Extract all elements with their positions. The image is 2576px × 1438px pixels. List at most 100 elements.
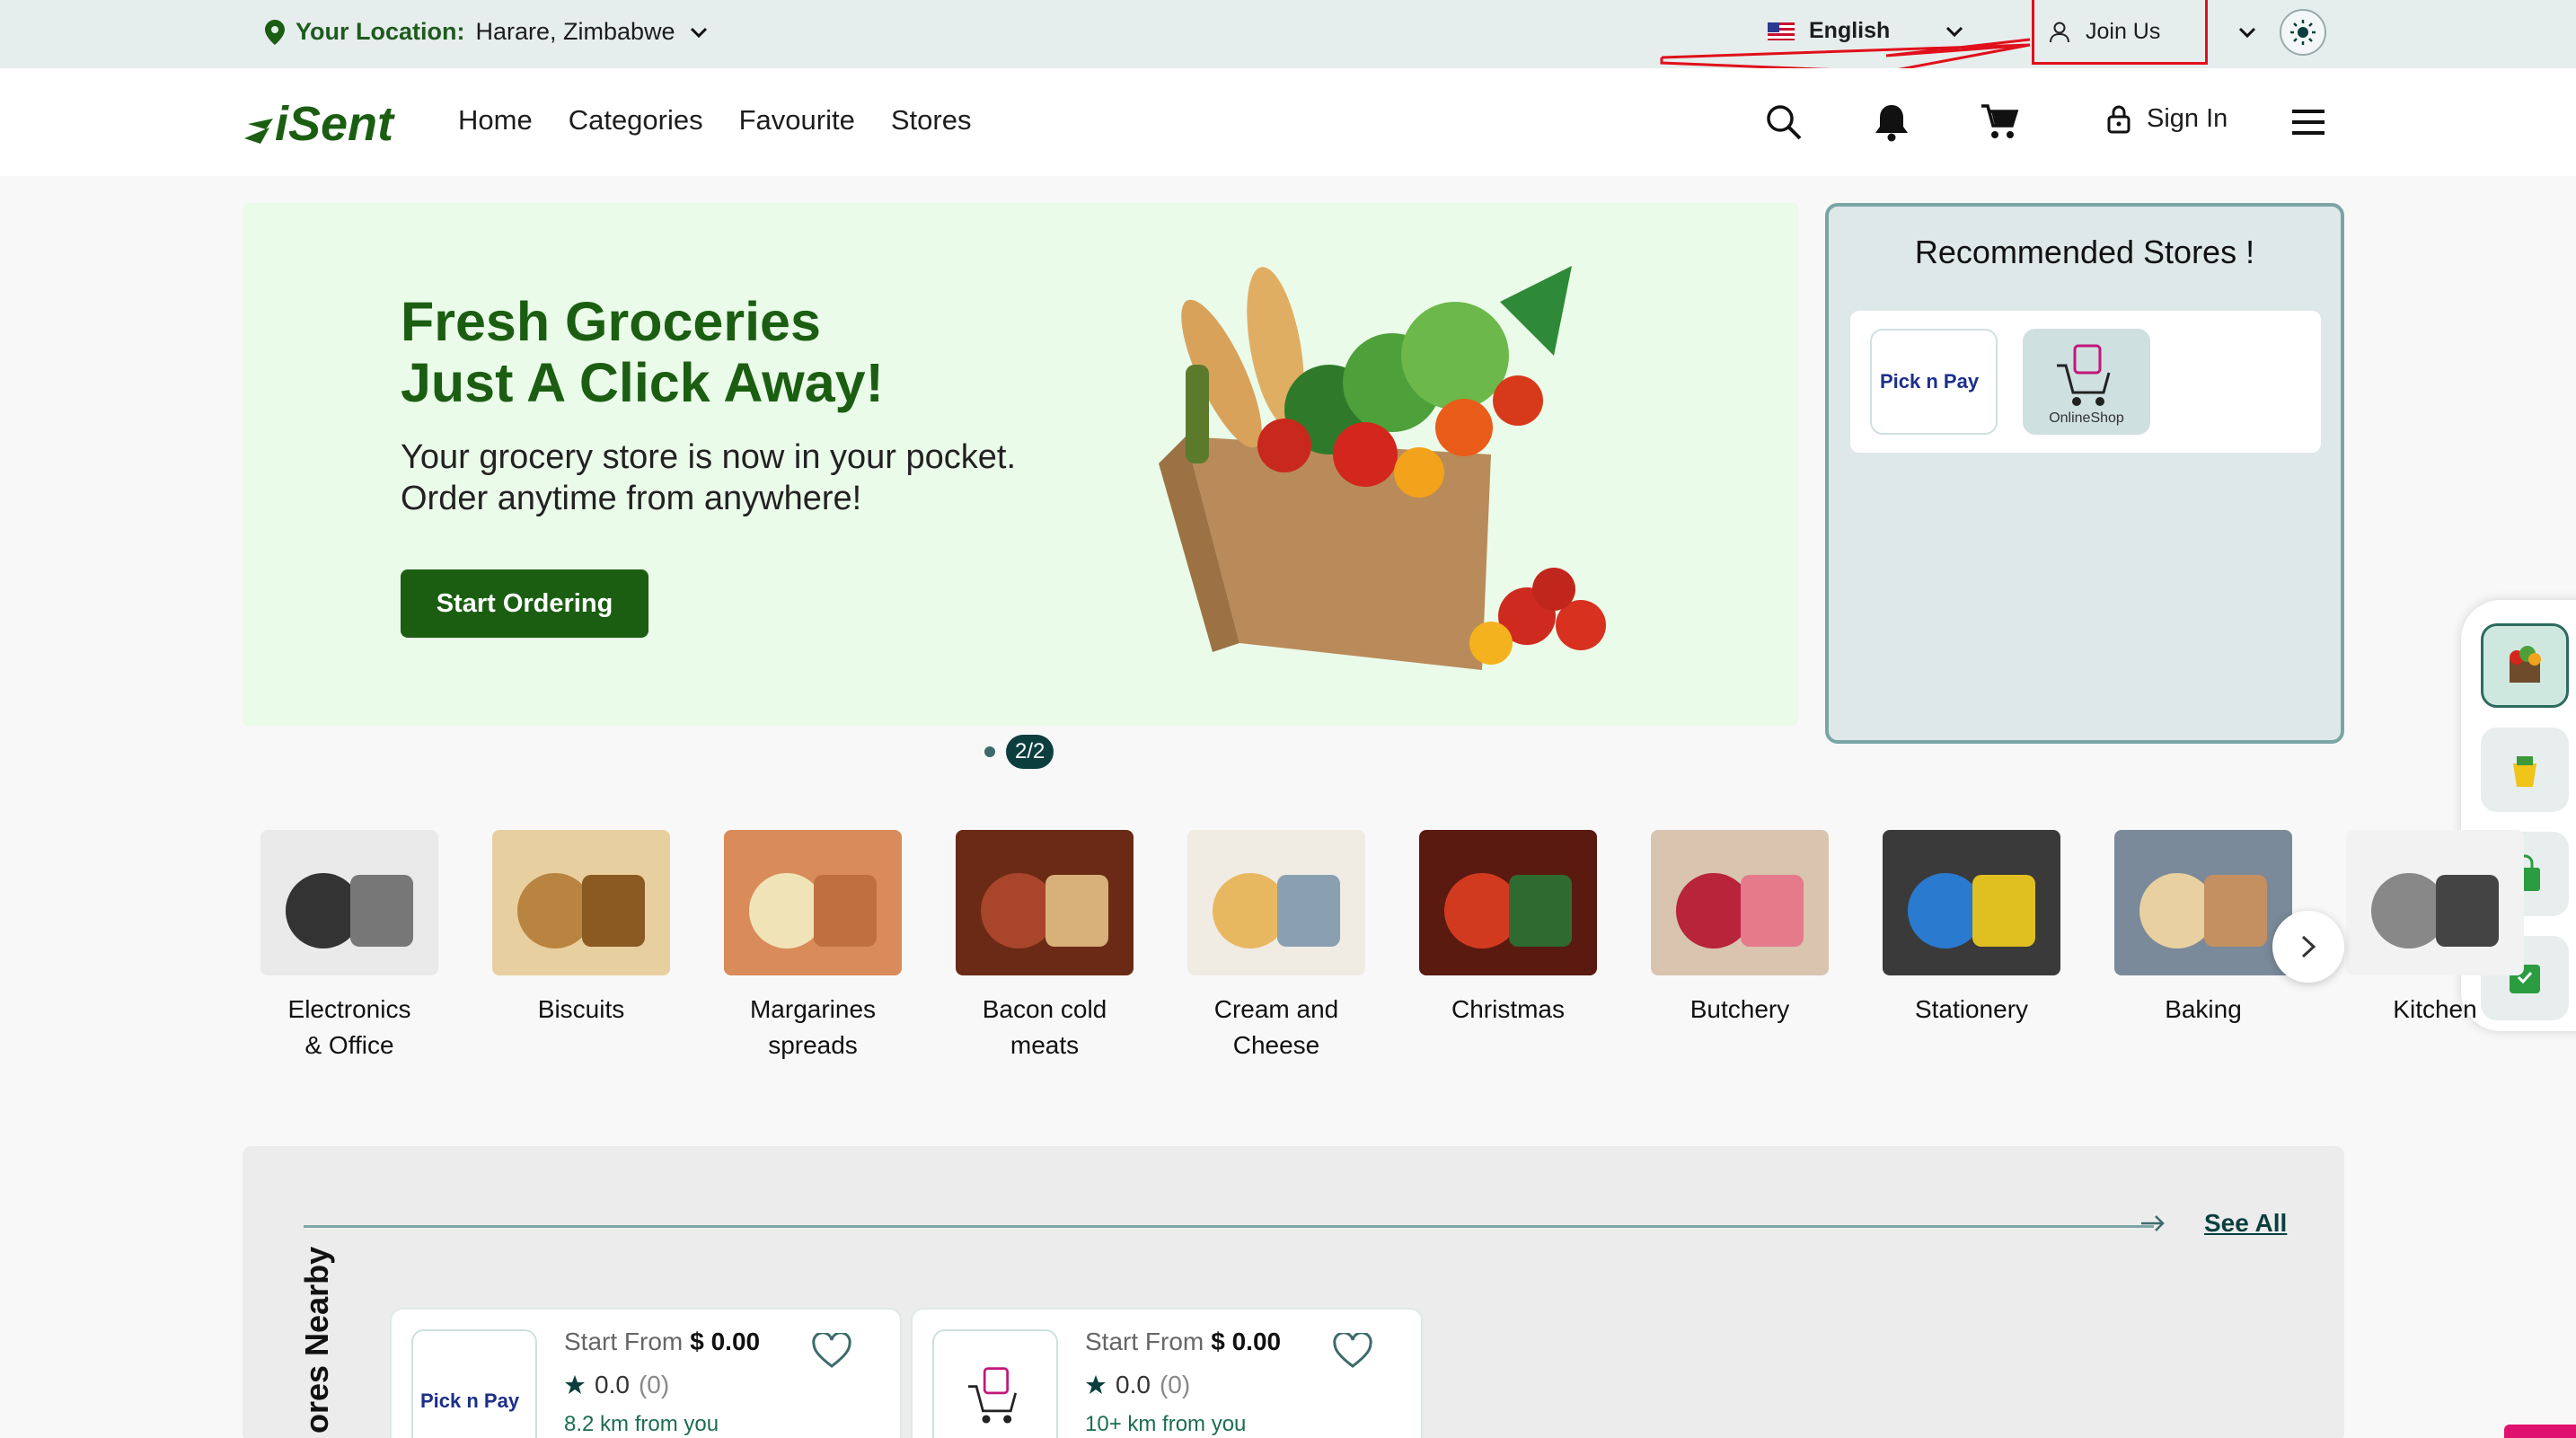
start-from: Start From $ 0.00	[1085, 1328, 1281, 1356]
category-name: Butchery	[1689, 995, 1790, 1023]
chevron-down-icon	[690, 27, 707, 38]
user-icon	[2050, 22, 2069, 42]
section-divider	[304, 1225, 2154, 1228]
category-image	[956, 830, 1134, 975]
stores-nearby-title: ores Nearby	[298, 1246, 335, 1434]
nav-home[interactable]: Home	[458, 104, 533, 137]
category-item[interactable]: Kitchen	[2346, 830, 2524, 1028]
heart-icon[interactable]	[812, 1333, 851, 1369]
category-item[interactable]: Biscuits	[492, 830, 670, 1028]
recommended-stores-panel: Recommended Stores ! Pick n Pay OnlineSh…	[1825, 203, 2344, 744]
search-icon	[1767, 105, 1802, 140]
groceries-icon	[2510, 646, 2541, 683]
hero-subtitle: Your grocery store is now in your pocket…	[401, 438, 1017, 517]
category-image	[2346, 830, 2524, 975]
category-name: Cream and Cheese	[1213, 995, 1339, 1059]
category-name: Baking	[2165, 995, 2242, 1023]
start-from-label: Start From	[564, 1328, 684, 1355]
hero-title-line1: Fresh Groceries	[401, 291, 821, 352]
nav-stores[interactable]: Stores	[891, 104, 972, 137]
category-name: Biscuits	[537, 995, 625, 1023]
store-distance: 10+ km from you	[1085, 1412, 1247, 1436]
snacks-icon	[2513, 756, 2536, 787]
category-item[interactable]: Margarines spreads	[724, 830, 902, 1063]
start-from-label: Start From	[1085, 1328, 1204, 1355]
star-icon	[565, 1375, 585, 1394]
rating-count: (0)	[1159, 1371, 1191, 1398]
dock-item-groceries[interactable]	[2481, 623, 2569, 708]
location-value: Harare, Zimbabwe	[475, 18, 675, 45]
start-from-price: $ 0.00	[1211, 1328, 1282, 1355]
carousel-dot[interactable]	[984, 746, 995, 757]
onlineshop-cart-icon	[968, 1367, 1018, 1424]
sign-in-label: Sign In	[2147, 104, 2228, 133]
arrow-right-icon	[2141, 1215, 2165, 1231]
category-image	[1651, 830, 1829, 975]
star-icon	[1086, 1375, 1106, 1394]
svg-text:Pick n Pay: Pick n Pay	[420, 1389, 520, 1412]
nav-favourite[interactable]: Favourite	[739, 104, 855, 137]
category-name: Kitchen	[2393, 995, 2477, 1023]
sign-in-button[interactable]: Sign In	[2107, 104, 2228, 134]
category-image	[492, 830, 670, 975]
category-item[interactable]: Christmas	[1419, 830, 1597, 1028]
notifications-button[interactable]	[1870, 101, 1913, 144]
grocery-bag-image	[1159, 266, 1606, 670]
category-item[interactable]: Electronics & Office	[260, 830, 438, 1063]
category-next-button[interactable]	[2272, 911, 2344, 983]
cart-icon	[1981, 104, 2019, 138]
chevron-down-icon[interactable]	[2235, 20, 2260, 45]
category-name: Christmas	[1451, 995, 1565, 1023]
picknpay-logo: Pick n Pay	[1880, 370, 1980, 393]
chevron-right-icon	[2301, 935, 2316, 958]
category-item[interactable]: Stationery	[1883, 830, 2060, 1028]
join-us-label: Join Us	[2086, 19, 2161, 44]
search-button[interactable]	[1762, 101, 1805, 144]
category-item[interactable]: Butchery	[1651, 830, 1829, 1028]
heart-icon[interactable]	[1333, 1333, 1372, 1369]
category-carousel: Electronics & Office Biscuits Margarines s…	[260, 830, 2524, 1081]
location-pin-icon	[265, 19, 285, 45]
hamburger-menu-icon[interactable]	[2290, 108, 2326, 137]
see-all-link[interactable]: See All	[2204, 1209, 2287, 1238]
main-nav: Home Categories Favourite Stores	[458, 104, 971, 137]
nearby-store-card[interactable]: Pick n Pay Start From $ 0.00 0.0 (0) 8.2 …	[390, 1308, 902, 1438]
category-image	[1187, 830, 1365, 975]
category-image	[260, 830, 438, 975]
location-selector[interactable]: Your Location: Harare, Zimbabwe	[265, 18, 711, 46]
category-item[interactable]: Baking	[2114, 830, 2292, 1028]
header-actions	[1762, 101, 2021, 144]
category-name: Margarines spreads	[749, 995, 877, 1059]
category-image	[1419, 830, 1597, 975]
carousel-page-pill: 2/2	[1006, 735, 1054, 769]
rating-count: (0)	[638, 1371, 670, 1398]
lock-icon	[2107, 105, 2130, 133]
store-logo-picknpay[interactable]: Pick n Pay	[1870, 329, 1998, 435]
recommended-title: Recommended Stores !	[1914, 234, 2255, 270]
store-rating: 0.0 (0)	[1085, 1371, 1190, 1399]
category-item[interactable]: Cream and Cheese	[1187, 830, 1365, 1063]
svg-text:Pick n Pay: Pick n Pay	[1880, 370, 1980, 393]
start-from: Start From $ 0.00	[564, 1328, 760, 1356]
main-header: iSent Home Categories Favourite Stores S…	[0, 68, 2576, 176]
nearby-store-card[interactable]: Start From $ 0.00 0.0 (0) 10+ km from you	[911, 1308, 1423, 1438]
hero-title: Fresh Groceries Just A Click Away!	[401, 291, 884, 413]
category-item[interactable]: Bacon cold meats	[956, 830, 1134, 1063]
carousel-indicator: 2/2	[984, 735, 1054, 769]
theme-toggle-button[interactable]	[2280, 9, 2326, 56]
category-image	[1883, 830, 2060, 975]
cart-button[interactable]	[1978, 101, 2021, 144]
corner-badge	[2504, 1425, 2576, 1438]
category-image	[724, 830, 902, 975]
isent-logo[interactable]: iSent	[243, 93, 422, 151]
store-logo-onlineshop[interactable]: OnlineShop	[2023, 329, 2150, 435]
svg-text:OnlineShop: OnlineShop	[2049, 410, 2124, 426]
join-us-button[interactable]: Join Us	[2048, 19, 2160, 45]
dock-item-snacks[interactable]	[2481, 728, 2569, 812]
rating-value: 0.0	[595, 1371, 630, 1398]
recommended-store-list: Pick n Pay OnlineShop	[1850, 311, 2321, 453]
nav-categories[interactable]: Categories	[569, 104, 703, 137]
start-ordering-button[interactable]: Start Ordering	[401, 569, 648, 638]
sun-icon	[2290, 20, 2316, 45]
picknpay-logo: Pick n Pay	[420, 1389, 520, 1412]
